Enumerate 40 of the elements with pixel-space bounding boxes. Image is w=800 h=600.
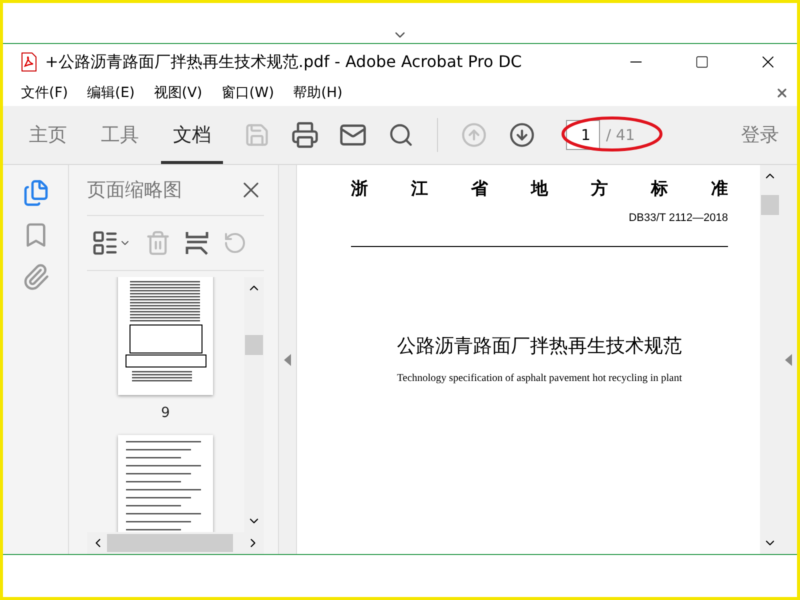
header-character: 地 (531, 178, 548, 200)
page-label: 9 (161, 405, 170, 421)
menu-item[interactable]: 文件(F) (21, 84, 77, 102)
tab[interactable]: 工具 (89, 106, 151, 164)
standard-code: DB33/T 2112—2018 (628, 212, 728, 224)
collapse-arrow-icon[interactable] (284, 354, 291, 366)
maximize-icon[interactable] (695, 55, 709, 69)
split-page-icon[interactable] (185, 230, 209, 256)
pdf-file-icon (21, 52, 37, 72)
header-character: 省 (471, 178, 488, 200)
vertical-scrollbar[interactable] (244, 277, 264, 532)
document-subtitle: Technology specification of asphalt pavement hot recycling in plant (396, 373, 683, 384)
horizontal-scrollbar[interactable] (87, 532, 264, 554)
pages-icon[interactable] (22, 179, 50, 207)
tab[interactable]: 主页 (17, 106, 79, 164)
login-button[interactable]: 登录 (723, 106, 797, 164)
document-title: 公路沥青路面厂拌热再生技术规范 (396, 334, 683, 359)
menu-item[interactable]: 视图(V) (154, 84, 212, 102)
thumbnail-options-icon[interactable] (91, 229, 131, 257)
menu-item[interactable]: 窗口(W) (221, 84, 284, 102)
menu-item[interactable]: 编辑(E) (86, 84, 144, 102)
scrollbar-thumb[interactable] (245, 335, 263, 355)
page-thumbnail[interactable] (118, 277, 213, 395)
menu-item[interactable]: 帮助(H) (293, 84, 352, 102)
printer-icon[interactable] (291, 121, 319, 149)
window-title: +公路沥青路面厂拌热再生技术规范.pdf - Adobe Acrobat Pro DC (45, 52, 523, 72)
header-character: 江 (411, 178, 428, 200)
header-character: 方 (591, 178, 608, 200)
paperclip-icon[interactable] (22, 263, 50, 291)
page-total: / 41 (606, 126, 635, 144)
header-character: 准 (711, 178, 728, 200)
vertical-scrollbar[interactable] (760, 165, 780, 554)
header-character: 浙 (351, 178, 368, 200)
header-character: 标 (651, 178, 668, 200)
scrollbar-thumb[interactable] (107, 534, 233, 552)
panel-title: 页面缩略图 (87, 178, 182, 203)
page-thumbnail[interactable] (118, 435, 213, 532)
expand-arrow-icon[interactable] (785, 354, 792, 366)
scrollbar-thumb[interactable] (761, 195, 779, 215)
search-icon[interactable] (388, 122, 414, 148)
